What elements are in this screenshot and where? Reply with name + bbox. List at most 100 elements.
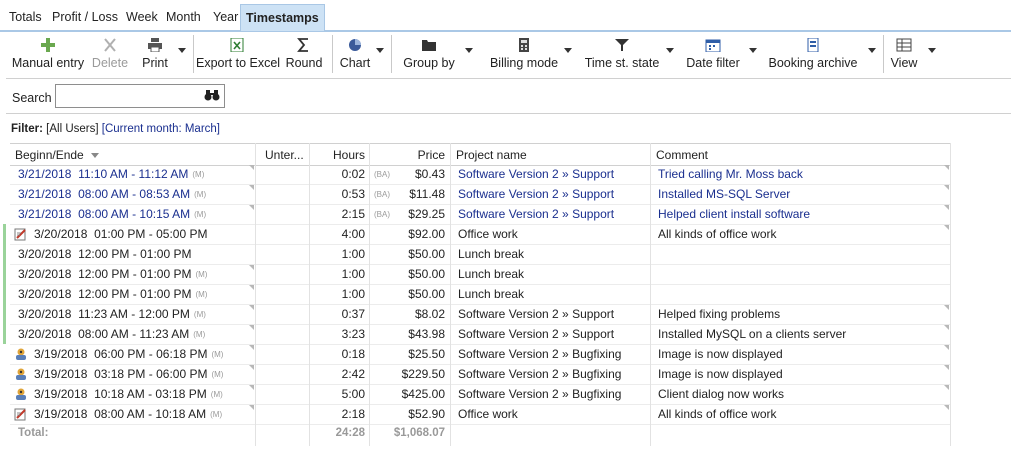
col-divider [255,143,256,446]
project-name: Software Version 2 » Support [458,307,615,321]
comment-text: All kinds of office work [658,407,777,421]
corner-indicator [249,385,254,390]
table-header: Beginn/Ende Unter... Hours Price Project… [10,143,951,166]
group-by-dropdown-caret[interactable] [465,48,473,53]
export-excel-button[interactable]: Export to Excel [196,33,281,75]
price-value: $425.00 [401,387,445,401]
table-row[interactable]: 3/20/2018 08:00 AM - 11:23 AM (M) 3:23 $43.… [3,324,951,345]
price-value: $52.90 [408,407,445,421]
delete-button[interactable]: Delete [88,33,132,75]
toolbar: Manual entry Delete Print Export to Exce… [6,33,1011,76]
table-row[interactable]: 3/19/2018 03:18 PM - 06:00 PM (M) 2:42 $229… [10,364,951,385]
col-project-name[interactable]: Project name [456,148,527,162]
project-name: Lunch break [458,247,525,261]
export-excel-label: Export to Excel [196,56,281,70]
table-row[interactable]: 3/19/2018 06:00 PM - 06:18 PM (M) 0:18 $25.… [10,344,951,365]
tab-bar: Totals Profit / Loss Week Month Year Tim… [0,0,1011,32]
date-time: 3/19/2018 10:18 AM - 03:18 PM (M) [34,387,223,401]
print-button[interactable]: Print [134,33,176,75]
row-marker [3,284,6,304]
row-marker [3,244,6,264]
view-dropdown-caret[interactable] [928,48,936,53]
comment-text: Image is now displayed [658,347,783,361]
billing-mode-label: Billing mode [489,56,559,70]
view-label: View [890,56,918,70]
price-value: $50.00 [408,267,445,281]
tab-year[interactable]: Year [208,7,243,27]
manual-entry-button[interactable]: Manual entry [10,33,86,75]
col-beginn-ende-label: Beginn/Ende [15,148,84,162]
billing-mode-button[interactable]: Billing mode [482,33,566,75]
booking-archive-label: Booking archive [768,56,858,70]
col-comment[interactable]: Comment [656,148,708,162]
col-unter[interactable]: Unter... [265,148,304,162]
project-name: Software Version 2 » Support [458,187,615,201]
comment-text: All kinds of office work [658,227,777,241]
col-hours[interactable]: Hours [310,148,365,162]
archive-icon [807,38,819,52]
corner-indicator [249,405,254,410]
billing-mode-dropdown-caret[interactable] [564,48,572,53]
tab-week[interactable]: Week [121,7,163,27]
price-value: $0.43 [414,167,445,181]
project-name: Software Version 2 » Support [458,327,615,341]
date-filter-button[interactable]: Date filter [682,33,744,75]
date-time: 3/20/2018 11:23 AM - 12:00 PM (M) [18,307,206,321]
date-time: 3/19/2018 06:00 PM - 06:18 PM (M) [34,347,224,361]
table-row[interactable]: 3/19/2018 10:18 AM - 03:18 PM (M) 5:00 $425… [10,384,951,405]
table-row[interactable]: 3/20/2018 11:23 AM - 12:00 PM (M) 0:37 $8.0… [3,304,951,325]
search-input[interactable] [55,84,225,108]
col-divider [369,143,370,446]
price-value: $29.25 [408,207,445,221]
note-edit-icon [14,408,26,421]
project-name: Lunch break [458,287,525,301]
corner-indicator [944,345,949,350]
booking-archive-dropdown-caret[interactable] [868,48,876,53]
chart-dropdown-caret[interactable] [376,48,384,53]
table-row[interactable]: 3/21/2018 08:00 AM - 08:53 AM (M) 0:53 (BA)… [10,184,951,205]
hours-value: 2:18 [341,407,365,421]
hours-value: 4:00 [341,227,365,241]
row-marker [3,304,6,324]
date-time: 3/20/2018 12:00 PM - 01:00 PM (M) [18,267,208,281]
toolbar-separator [883,35,884,73]
date-filter-dropdown-caret[interactable] [749,48,757,53]
tab-month[interactable]: Month [161,7,206,27]
table-row[interactable]: 3/19/2018 08:00 AM - 10:18 AM (M) 2:18 $52.… [10,404,951,425]
price-value: $43.98 [408,327,445,341]
binoculars-icon[interactable] [204,89,220,101]
tab-totals[interactable]: Totals [4,7,47,27]
project-name: Software Version 2 » Support [458,167,615,181]
col-beginn-ende[interactable]: Beginn/Ende [15,148,100,162]
manual-entry-label: Manual entry [11,56,85,70]
filter-month[interactable]: [Current month: March] [102,123,220,135]
table-row[interactable]: 3/20/2018 12:00 PM - 01:00 PM (M) 1:00 $50.… [3,264,951,285]
comment-text: Image is now displayed [658,367,783,381]
time-state-dropdown-caret[interactable] [666,48,674,53]
tab-timestamps[interactable]: Timestamps [240,4,325,31]
chart-button[interactable]: Chart [336,33,374,75]
project-name: Software Version 2 » Bugfixing [458,387,622,401]
view-button[interactable]: View [886,33,922,75]
comment-text: Installed MS-SQL Server [658,187,791,201]
table-row[interactable]: 3/20/2018 12:00 PM - 01:00 PM 1:00 $50.00 L… [3,244,951,265]
corner-indicator [944,325,949,330]
table-row[interactable]: 3/20/2018 01:00 PM - 05:00 PM 4:00 $92.00 O… [3,224,951,245]
tab-profit-loss[interactable]: Profit / Loss [47,7,123,27]
table-row[interactable]: 3/20/2018 12:00 PM - 01:00 PM (M) 1:00 $50.… [3,284,951,305]
col-price[interactable]: Price [380,148,445,162]
user-bug-icon [16,368,26,380]
date-time: 3/20/2018 12:00 PM - 01:00 PM (M) [18,287,208,301]
corner-indicator [944,225,949,230]
filter-users[interactable]: [All Users] [46,123,98,135]
calendar-icon [705,39,721,52]
group-by-button[interactable]: Group by [400,33,458,75]
table-row[interactable]: 3/21/2018 11:10 AM - 11:12 AM (M) 0:02 (BA)… [10,164,951,185]
print-dropdown-caret[interactable] [178,48,186,53]
booking-archive-button[interactable]: Booking archive [766,33,860,75]
table-row[interactable]: 3/21/2018 08:00 AM - 10:15 AM (M) 2:15 (BA)… [10,204,951,225]
folder-icon [422,40,436,51]
time-state-button[interactable]: Time st. state [582,33,662,75]
round-button[interactable]: Round [282,33,326,75]
hours-value: 5:00 [341,387,365,401]
